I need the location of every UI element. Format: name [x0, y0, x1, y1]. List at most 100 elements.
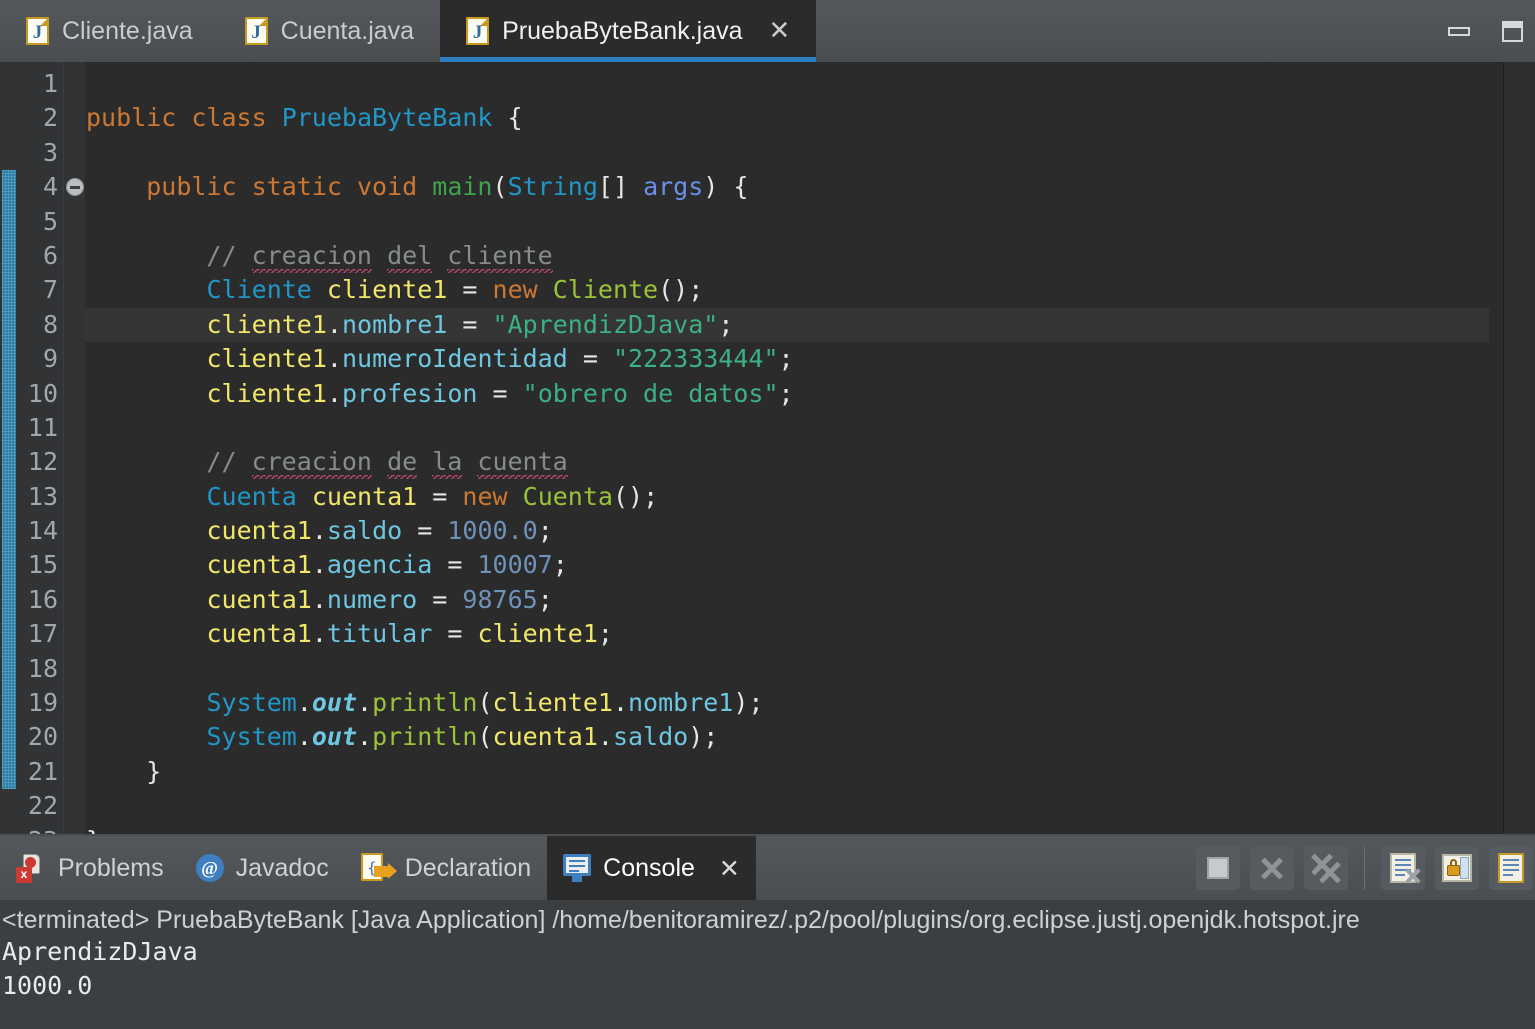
code-line[interactable]: cuenta1.titular = cliente1; [85, 617, 1489, 651]
java-file-icon: J [26, 17, 49, 45]
bottom-panel: x Problems @ Javadoc { Declaration Conso… [0, 836, 1535, 1029]
code-text-area[interactable]: public class PruebaByteBank { public sta… [85, 62, 1489, 834]
clear-console-icon [1390, 853, 1416, 883]
word-wrap-button[interactable] [1489, 846, 1533, 890]
bottom-tab-label: Problems [58, 853, 164, 882]
code-line[interactable] [85, 652, 1489, 686]
console-output-line: AprendizDJava [2, 937, 198, 966]
line-number: 4 [42, 172, 58, 202]
code-line[interactable]: public static void main(String[] args) { [85, 170, 1489, 204]
change-bar [2, 170, 16, 790]
code-line[interactable] [85, 136, 1489, 170]
editor-tab-pruebabytebank[interactable]: J PruebaByteBank.java ✕ [440, 0, 817, 62]
remove-launch-button[interactable] [1250, 846, 1294, 890]
javadoc-at-icon: @ [195, 854, 224, 882]
line-number: 23 [16, 824, 63, 834]
editor-window-controls [1448, 0, 1523, 62]
code-line[interactable] [85, 67, 1489, 101]
code-line[interactable]: System.out.println(cuenta1.saldo); [85, 720, 1489, 754]
tab-problems[interactable]: x Problems [0, 836, 180, 900]
code-line[interactable]: // creacion de la cuenta [85, 445, 1489, 480]
code-line[interactable]: cliente1.nombre1 = "AprendizDJava"; [85, 307, 1489, 343]
code-line[interactable]: cliente1.numeroIdentidad = "222333444"; [85, 342, 1489, 376]
close-icon[interactable]: ✕ [769, 18, 791, 44]
remove-all-launches-button[interactable] [1304, 846, 1348, 890]
line-number: 21 [27, 756, 58, 786]
change-bar-column [0, 62, 16, 834]
line-number: 11 [27, 412, 58, 442]
bottom-tab-label: Console [603, 853, 695, 882]
code-line[interactable]: System.out.println(cliente1.nombre1); [85, 686, 1489, 720]
line-number: 20 [27, 722, 58, 752]
editor-tab-label: Cuenta.java [280, 16, 415, 45]
line-number: 17 [27, 619, 58, 649]
clear-console-button[interactable] [1381, 846, 1425, 890]
x-icon [1404, 867, 1422, 885]
code-line[interactable]: cuenta1.agencia = 10007; [85, 548, 1489, 582]
code-line[interactable]: cuenta1.saldo = 1000.0; [85, 514, 1489, 548]
line-number: 9 [42, 344, 58, 374]
console-toolbar [1196, 836, 1535, 900]
code-line[interactable]: public class PruebaByteBank { [85, 101, 1489, 135]
code-line[interactable]: } [85, 824, 1489, 834]
folding-column[interactable] [63, 62, 85, 834]
console-process-header: <terminated> PruebaByteBank [Java Applic… [2, 906, 1360, 934]
line-number: 8 [42, 309, 58, 339]
editor-tab-label: Cliente.java [62, 16, 193, 45]
terminate-button[interactable] [1196, 846, 1240, 890]
overview-ruler[interactable] [1504, 62, 1535, 834]
line-number: 1 [42, 69, 58, 98]
stop-square-icon [1207, 857, 1229, 879]
code-line[interactable] [85, 205, 1489, 239]
console-output-line: 1000.0 [2, 971, 93, 1000]
code-editor[interactable]: 1234567891011121314151617181920212223 pu… [0, 62, 1535, 834]
line-number: 13 [27, 481, 58, 511]
console-view[interactable]: <terminated> PruebaByteBank [Java Applic… [0, 900, 1535, 1029]
scroll-lock-button[interactable] [1435, 846, 1479, 890]
word-wrap-icon [1498, 853, 1524, 883]
editor-tab-cuenta[interactable]: J Cuenta.java [219, 0, 440, 62]
code-line[interactable] [85, 789, 1489, 823]
java-file-icon: J [466, 17, 490, 45]
line-number: 19 [27, 688, 58, 718]
fold-collapse-icon[interactable] [66, 178, 84, 197]
line-number-gutter: 1234567891011121314151617181920212223 [16, 62, 63, 834]
close-icon[interactable]: ✕ [719, 854, 740, 883]
bottom-tab-label: Javadoc [235, 853, 329, 882]
console-output: AprendizDJava 1000.0 [0, 935, 1535, 1003]
editor-tab-label: PruebaByteBank.java [502, 16, 743, 45]
line-number: 16 [27, 584, 58, 614]
code-line[interactable]: } [85, 755, 1489, 789]
line-number: 22 [27, 791, 58, 821]
line-number: 6 [42, 240, 58, 270]
code-line[interactable]: // creacion del cliente [85, 239, 1489, 273]
line-number: 10 [27, 378, 58, 408]
maximize-icon[interactable] [1502, 20, 1523, 42]
problems-icon: x [16, 853, 46, 883]
declaration-icon: { [360, 853, 397, 883]
double-x-icon [1317, 859, 1343, 885]
line-number: 2 [42, 103, 58, 133]
code-line[interactable]: cliente1.profesion = "obrero de datos"; [85, 377, 1489, 411]
console-icon [563, 854, 592, 882]
line-number: 3 [42, 137, 58, 167]
editor-tab-cliente[interactable]: J Cliente.java [0, 0, 219, 62]
bottom-panel-tab-bar: x Problems @ Javadoc { Declaration Conso… [0, 836, 1535, 900]
minimize-icon[interactable] [1448, 26, 1470, 36]
line-number: 12 [27, 447, 58, 477]
tab-console[interactable]: Console ✕ [547, 836, 756, 900]
bottom-tab-label: Declaration [404, 853, 532, 882]
line-number: 5 [42, 206, 58, 236]
scroll-lock-icon [1442, 854, 1472, 882]
line-number: 15 [27, 550, 58, 580]
code-line[interactable] [85, 411, 1489, 445]
tab-declaration[interactable]: { Declaration [345, 836, 547, 900]
line-number: 14 [27, 516, 58, 546]
code-line[interactable]: Cliente cliente1 = new Cliente(); [85, 273, 1489, 307]
line-number: 7 [42, 275, 58, 305]
editor-tab-bar: J Cliente.java J Cuenta.java J PruebaByt… [0, 0, 1535, 62]
code-line[interactable]: Cuenta cuenta1 = new Cuenta(); [85, 480, 1489, 514]
code-line[interactable]: cuenta1.numero = 98765; [85, 583, 1489, 617]
tab-javadoc[interactable]: @ Javadoc [180, 836, 345, 900]
line-number: 18 [27, 653, 58, 683]
